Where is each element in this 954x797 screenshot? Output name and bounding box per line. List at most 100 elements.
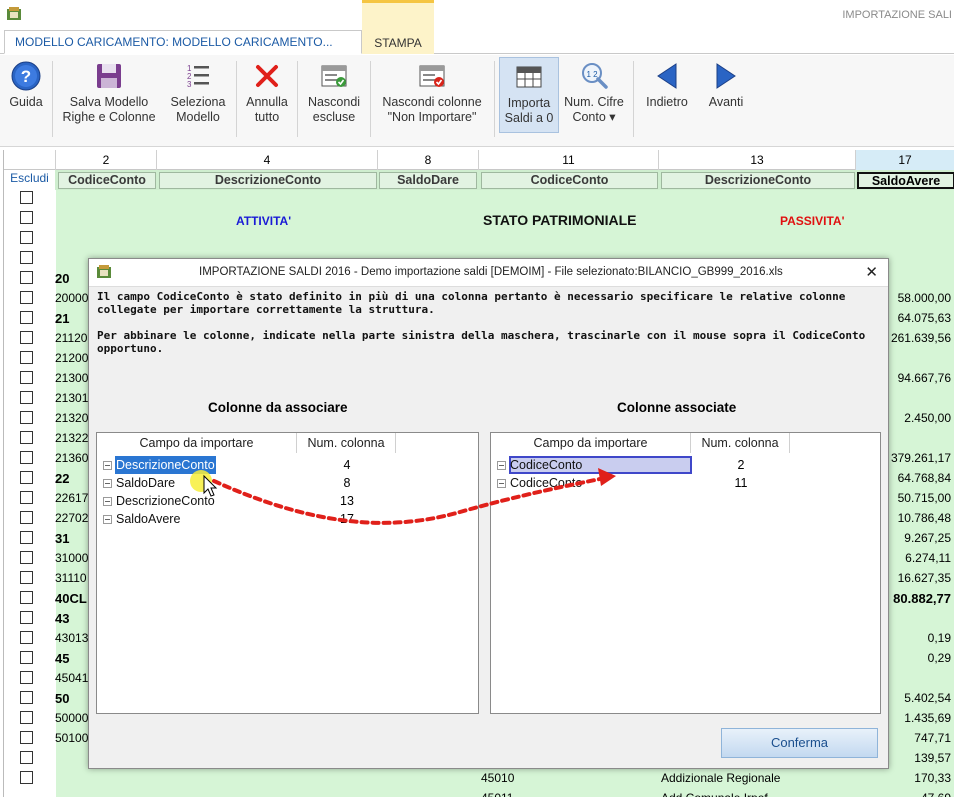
escludi-checkbox[interactable] [20,731,33,744]
row-code-cell: 45 [55,651,70,666]
escludi-checkbox[interactable] [20,671,33,684]
row-value-cell: 747,71 [914,731,951,745]
escludi-checkbox[interactable] [20,391,33,404]
tree-item-col: 8 [343,476,351,490]
ribbon-toolbar: ? Guida Salva Modello Righe e Colonne 1 … [0,55,954,147]
row-description-cell: Add.Comunale Irpef [661,791,768,797]
window-title: IMPORTAZIONE SALI [842,9,952,21]
ribbon-separator [370,61,371,137]
guida-button[interactable]: ? Guida [2,57,50,133]
importa-saldi-label: Importa Saldi a 0 [504,96,554,125]
row-code-cell: 31 [55,531,70,546]
tree-item[interactable]: SaldoAvere 17 [97,510,478,528]
tree-item-field: DescrizioneConto [115,456,216,474]
escludi-checkbox[interactable] [20,371,33,384]
tab-stampa[interactable]: STAMPA [362,0,434,54]
escludi-checkbox[interactable] [20,611,33,624]
escludi-checkbox[interactable] [20,751,33,764]
column-number[interactable]: 8 [378,150,479,170]
tree-item[interactable]: DescrizioneConto 13 [97,492,478,510]
column-header-descrizioneconto[interactable]: DescrizioneConto [661,172,855,189]
column-number[interactable]: 11 [479,150,659,170]
escludi-checkbox[interactable] [20,211,33,224]
tree-item[interactable]: DescrizioneConto 4 [97,456,478,474]
zoom-icon: 1 2 [582,63,608,89]
escludi-checkbox[interactable] [20,771,33,784]
close-icon[interactable]: ✕ [865,259,878,286]
nascondi-colonne-button[interactable]: Nascondi colonne "Non Importare" [373,57,491,133]
escludi-checkbox[interactable] [20,231,33,244]
escludi-checkbox[interactable] [20,191,33,204]
header-campo-da-importare: Campo da importare [97,433,297,453]
column-header-codiceconto[interactable]: CodiceConto [58,172,156,189]
escludi-checkbox[interactable] [20,271,33,284]
escludi-checkbox[interactable] [20,691,33,704]
dialog-title: IMPORTAZIONE SALDI 2016 - Demo importazi… [199,266,783,278]
column-number[interactable]: 2 [56,150,157,170]
escludi-checkbox[interactable] [20,491,33,504]
column-number[interactable]: 17 [856,150,954,170]
importa-saldi-button[interactable]: Importa Saldi a 0 [499,57,559,133]
column-number[interactable]: 13 [659,150,856,170]
column-header-saldodare[interactable]: SaldoDare [379,172,477,189]
row-value-cell: 50.715,00 [897,491,951,505]
passivita-label: PASSIVITA' [780,214,845,228]
column-number-blank [4,150,56,170]
column-header-descrizioneconto[interactable]: DescrizioneConto [159,172,377,189]
row-code-cell: 45010 [481,771,515,785]
attivita-label: ATTIVITA' [236,214,292,228]
save-icon [97,64,121,88]
annulla-tutto-button[interactable]: Annulla tutto [240,57,294,133]
column-header-codiceconto[interactable]: CodiceConto [481,172,658,189]
escludi-checkbox[interactable] [20,651,33,664]
indietro-button[interactable]: Indietro [637,57,697,133]
seleziona-modello-button[interactable]: 1 2 3 Seleziona Modello [164,57,232,133]
row-code-cell: 21200 [55,351,89,365]
escludi-checkbox[interactable] [20,411,33,424]
nascondi-escluse-button[interactable]: Nascondi escluse [300,57,368,133]
escludi-checkbox[interactable] [20,451,33,464]
row-value-cell: 58.000,00 [897,291,951,305]
escludi-checkbox[interactable] [20,291,33,304]
escludi-checkbox[interactable] [20,511,33,524]
tree-item-field: CodiceConto [510,476,583,490]
help-icon: ? [11,61,41,91]
row-value-cell: 64.075,63 [897,311,951,325]
escludi-checkbox[interactable] [20,711,33,724]
colonne-da-associare-panel[interactable]: Campo da importare Num. colonna Descrizi… [96,432,479,714]
escludi-checkbox[interactable] [20,251,33,264]
tree-item-col: 4 [343,458,351,472]
tree-item[interactable]: CodiceConto 11 [491,474,880,492]
column-header-saldoavere[interactable]: SaldoAvere [857,172,954,189]
column-number[interactable]: 4 [157,150,378,170]
escludi-checkbox[interactable] [20,431,33,444]
app-icon [97,265,111,278]
tree-item[interactable]: SaldoDare 8 [97,474,478,492]
escludi-checkbox[interactable] [20,351,33,364]
tab-modello-caricamento[interactable]: MODELLO CARICAMENTO: MODELLO CARICAMENTO… [4,30,362,54]
table-icon [516,66,542,88]
title-bar: IMPORTAZIONE SALI [0,0,954,30]
escludi-checkbox[interactable] [20,531,33,544]
row-value-cell: 2.450,00 [904,411,951,425]
row-code-cell: 31000 [55,551,89,565]
escludi-checkbox[interactable] [20,571,33,584]
cancel-icon [256,65,278,87]
escludi-checkbox[interactable] [20,311,33,324]
salva-modello-button[interactable]: Salva Modello Righe e Colonne [56,57,162,133]
num-cifre-conto-button[interactable]: 1 2 Num. Cifre Conto ▾ [560,57,628,133]
colonne-associate-panel[interactable]: Campo da importare Num. colonna CodiceCo… [490,432,881,714]
tree-item[interactable]: CodiceConto 2 [491,456,880,474]
ribbon-separator [236,61,237,137]
escludi-checkbox[interactable] [20,471,33,484]
escludi-checkbox[interactable] [20,551,33,564]
avanti-button[interactable]: Avanti [699,57,753,133]
guida-label: Guida [9,95,43,109]
escludi-checkbox[interactable] [20,591,33,604]
conferma-button[interactable]: Conferma [721,728,878,758]
row-code-cell: 43013 [55,631,89,645]
escludi-checkbox[interactable] [20,631,33,644]
row-value-cell: 1.435,69 [904,711,951,725]
escludi-checkbox[interactable] [20,331,33,344]
colonne-associate-title: Colonne associate [617,400,737,415]
